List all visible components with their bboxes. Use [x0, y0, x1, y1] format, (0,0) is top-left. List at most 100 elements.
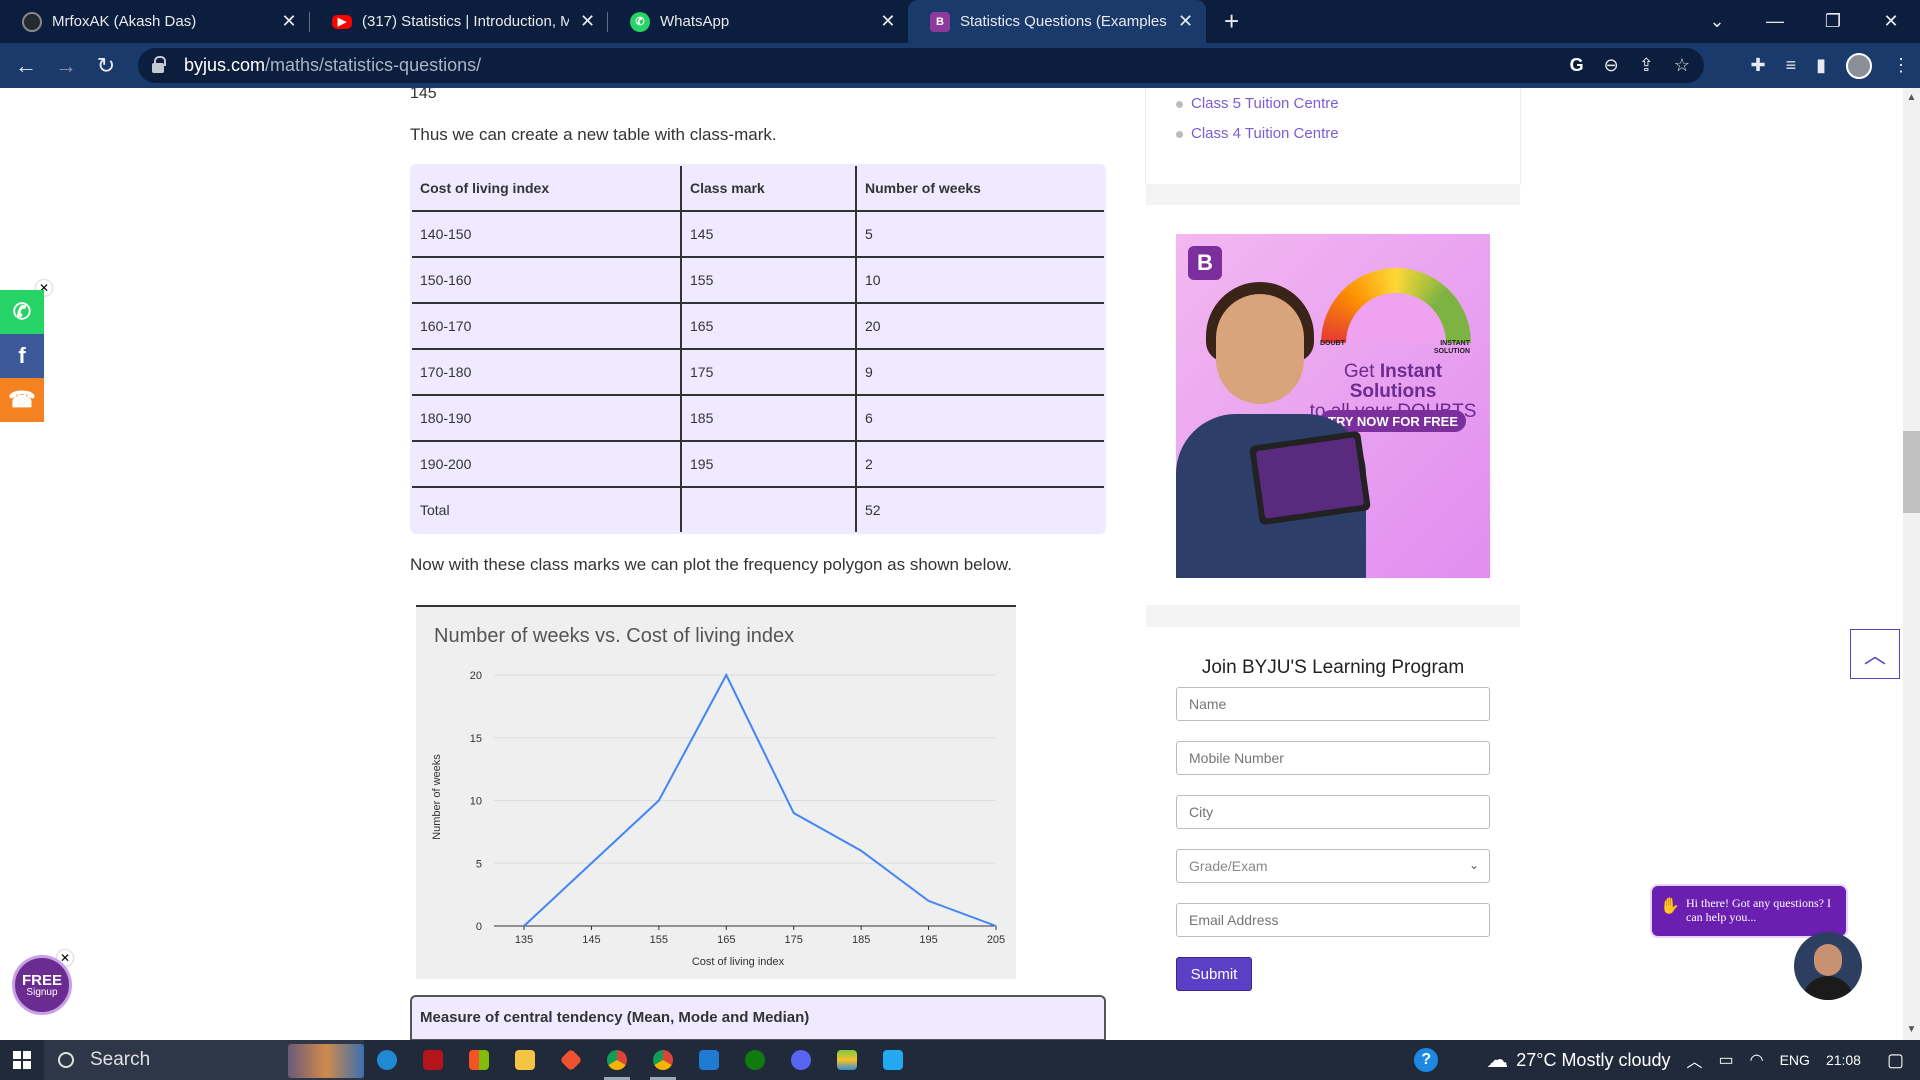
sidebar-link-class4-tuition[interactable]: Class 4 Tuition Centre [1176, 125, 1339, 142]
tab-search-icon[interactable]: ⌄ [1688, 11, 1746, 32]
minimize-icon[interactable]: — [1746, 11, 1804, 32]
chrome-icon[interactable] [594, 1040, 640, 1080]
scroll-to-top-button[interactable]: ︿ [1850, 629, 1900, 679]
measure-heading-box: Measure of central tendency (Mean, Mode … [410, 995, 1106, 1040]
table-row: 190-200 195 2 [412, 440, 1104, 488]
profile-avatar[interactable] [1846, 52, 1872, 79]
restore-icon[interactable]: ❐ [1804, 11, 1862, 32]
cell: 9 [855, 348, 1104, 396]
table-row: 170-180 175 9 [412, 348, 1104, 396]
reload-icon[interactable]: ↻ [86, 53, 126, 79]
weather-text[interactable]: 27°C Mostly cloudy [1516, 1050, 1670, 1071]
tray-chevron-up-icon[interactable]: ︿ [1686, 1048, 1702, 1072]
url-text: byjus.com/maths/statistics-questions/ [184, 55, 481, 76]
forward-icon[interactable]: → [46, 53, 86, 79]
cell [680, 486, 857, 532]
close-icon[interactable]: ✕ [280, 11, 298, 32]
close-window-icon[interactable]: ✕ [1862, 11, 1920, 32]
vscode-icon[interactable] [870, 1040, 916, 1080]
chat-agent-avatar[interactable] [1794, 932, 1862, 1000]
share-icon[interactable]: ⇪ [1639, 55, 1654, 76]
tab-title: (317) Statistics | Introduction, Me [362, 13, 570, 30]
scroll-down-arrow-icon[interactable]: ▼ [1903, 1024, 1920, 1035]
x-tick-label: 155 [650, 934, 668, 946]
frequency-polygon-chart: Number of weeks vs. Cost of living index… [416, 605, 1016, 979]
media-icon[interactable]: ≡ [1786, 55, 1797, 76]
discord-icon[interactable] [778, 1040, 824, 1080]
submit-button[interactable]: Submit [1176, 957, 1252, 991]
name-field[interactable] [1176, 687, 1490, 721]
extensions-puzzle-icon[interactable]: ✚ [1750, 55, 1765, 76]
language-indicator[interactable]: ENG [1780, 1052, 1810, 1068]
gauge-label-right: INSTANT SOLUTION [1433, 340, 1470, 355]
web-page: 145 Thus we can create a new table with … [0, 88, 1920, 1040]
app-red-icon[interactable] [410, 1040, 456, 1080]
tab-youtube[interactable]: ▶ (317) Statistics | Introduction, Me ✕ [310, 0, 608, 43]
cell: 160-170 [412, 302, 682, 350]
youtube-icon: ▶ [332, 14, 352, 29]
tab-title: WhatsApp [660, 13, 730, 30]
wifi-icon[interactable]: ◠ [1750, 1050, 1764, 1070]
scroll-up-arrow-icon[interactable]: ▲ [1903, 92, 1920, 103]
whatsapp-icon: ✆ [630, 11, 650, 32]
signup-label: Signup [26, 986, 58, 998]
remote-desktop-icon[interactable] [686, 1040, 732, 1080]
phone-call-icon[interactable]: ☎ [0, 378, 44, 422]
whatsapp-share-icon[interactable]: ✆ [0, 290, 44, 334]
cell: 150-160 [412, 256, 682, 304]
close-icon[interactable]: ✕ [880, 11, 896, 32]
zoom-icon[interactable]: ⊖ [1604, 55, 1619, 76]
cell: 20 [855, 302, 1104, 350]
edge-icon[interactable] [364, 1040, 410, 1080]
tab-github[interactable]: MrfoxAK (Akash Das) ✕ [0, 0, 310, 43]
close-icon[interactable]: ✕ [1177, 11, 1194, 32]
cell: 155 [680, 256, 857, 304]
scrollbar-thumb[interactable] [1903, 431, 1920, 513]
email-address-field[interactable] [1176, 903, 1490, 937]
search-highlight-image [288, 1044, 364, 1078]
clock-time[interactable]: 21:08 [1826, 1052, 1861, 1068]
back-icon[interactable]: ← [6, 53, 46, 79]
ad-tablet-image [1248, 430, 1372, 526]
cell: 10 [855, 256, 1104, 304]
tab-statistics-questions[interactable]: B Statistics Questions (Examples of ✕ [908, 0, 1206, 43]
address-bar[interactable]: byjus.com/maths/statistics-questions/ G … [138, 48, 1704, 83]
battery-icon[interactable]: ▭ [1719, 1050, 1734, 1070]
grade-exam-select[interactable]: Grade/Exam ⌄ [1176, 849, 1490, 883]
sidebar-link-class5-tuition[interactable]: Class 5 Tuition Centre [1176, 95, 1339, 112]
byjus-ad-banner[interactable]: B DOUBT INSTANT SOLUTION Get Instant Sol… [1176, 234, 1490, 578]
free-signup-button[interactable]: FREE Signup [12, 955, 72, 1015]
extension-icons: ✚ ≡ ▮ ⋮ [1750, 43, 1910, 88]
facebook-share-icon[interactable]: f [0, 334, 44, 378]
git-icon[interactable] [548, 1040, 594, 1080]
taskbar-search-box[interactable]: Search [44, 1040, 364, 1080]
chart-title: Number of weeks vs. Cost of living index [434, 625, 794, 647]
table-fragment-text: 145 [410, 88, 437, 102]
google-lens-icon[interactable]: G [1570, 55, 1584, 76]
new-tab-button[interactable]: + [1224, 0, 1239, 43]
side-panel-icon[interactable]: ▮ [1816, 55, 1826, 76]
table-row: 140-150 145 5 [412, 210, 1104, 258]
mobile-number-field[interactable] [1176, 741, 1490, 775]
cell: 170-180 [412, 348, 682, 396]
help-icon[interactable]: ? [1414, 1048, 1439, 1072]
city-field[interactable] [1176, 795, 1490, 829]
xbox-icon[interactable] [732, 1040, 778, 1080]
chat-greeting-bubble[interactable]: ✋ Hi there! Got any questions? I can hel… [1652, 886, 1846, 936]
file-explorer-icon[interactable] [502, 1040, 548, 1080]
close-icon[interactable]: ✕ [579, 11, 596, 32]
bluestacks-icon[interactable] [824, 1040, 870, 1080]
menu-kebab-icon[interactable]: ⋮ [1892, 55, 1910, 76]
x-tick-label: 185 [852, 934, 870, 946]
tab-whatsapp[interactable]: ✆ WhatsApp ✕ [608, 0, 908, 43]
chrome-canary-icon[interactable] [640, 1040, 686, 1080]
page-scrollbar[interactable] [1903, 88, 1920, 1040]
notification-icon[interactable]: ▢ [1887, 1050, 1904, 1071]
header-cost-of-living: Cost of living index [412, 166, 682, 212]
form-title: Join BYJU'S Learning Program [1201, 657, 1465, 678]
x-tick-labels: 135 145 155 165 175 185 195 205 [515, 934, 1005, 946]
x-tick-label: 135 [515, 934, 533, 946]
microsoft-store-icon[interactable] [456, 1040, 502, 1080]
bookmark-star-icon[interactable]: ☆ [1674, 55, 1690, 76]
start-button[interactable] [0, 1040, 44, 1080]
